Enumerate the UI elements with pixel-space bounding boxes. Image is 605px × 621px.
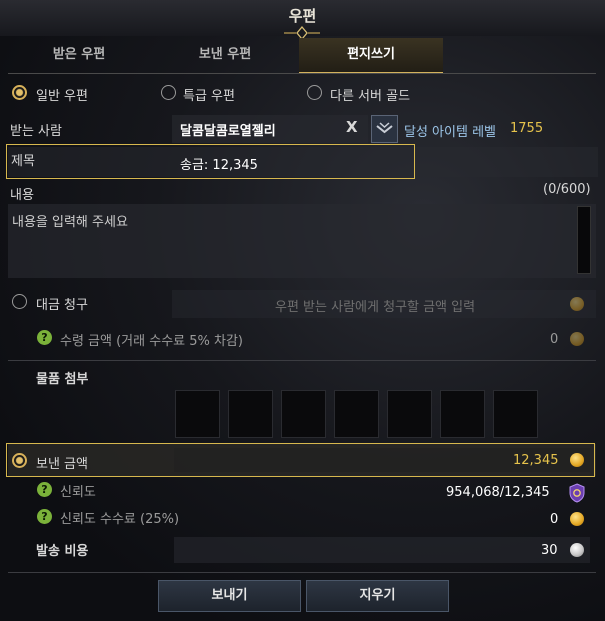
tab-bar: 받은 우편 보낸 우편 편지쓰기 — [8, 38, 596, 74]
attach-slot-5[interactable] — [387, 390, 432, 438]
send-gold-value: 12,345 — [513, 453, 559, 468]
clear-button[interactable]: 지우기 — [306, 580, 449, 612]
help-icon[interactable]: ? — [37, 330, 52, 345]
radio-other-server-gold[interactable] — [307, 85, 322, 100]
attach-slot-6[interactable] — [440, 390, 485, 438]
gold-coin-icon — [570, 332, 584, 346]
trust-fee-label: 신뢰도 수수료 (25%) — [60, 512, 180, 527]
attach-slot-2[interactable] — [228, 390, 273, 438]
trust-fee-value: 0 — [550, 512, 559, 527]
divider — [8, 360, 596, 361]
content-placeholder: 내용을 입력해 주세요 — [12, 215, 128, 230]
gold-coin-icon — [570, 512, 584, 526]
receive-amount-value: 0 — [550, 332, 559, 347]
send-gold-label: 보낸 금액 — [36, 457, 88, 472]
chevron-emblem-icon — [376, 122, 393, 134]
attach-slot-1[interactable] — [175, 390, 220, 438]
clear-recipient-icon[interactable]: X — [346, 118, 358, 136]
radio-send-gold[interactable] — [12, 453, 27, 468]
postage-label: 발송 비용 — [36, 544, 89, 559]
recipient-value: 달콤달콤로열젤리 — [180, 124, 276, 139]
help-icon[interactable]: ? — [37, 482, 52, 497]
content-counter: (0/600) — [543, 182, 591, 197]
gold-coin-icon — [570, 297, 584, 311]
postage-field — [174, 537, 590, 563]
postage-value: 30 — [541, 543, 558, 558]
content-label: 내용 — [10, 188, 34, 203]
silver-coin-icon — [570, 543, 584, 557]
attach-label: 물품 첨부 — [36, 372, 89, 387]
attach-slot-4[interactable] — [334, 390, 379, 438]
radio-express-mail[interactable] — [161, 85, 176, 100]
other-server-gold-label: 다른 서버 골드 — [330, 89, 411, 104]
item-level-value: 1755 — [510, 121, 544, 136]
send-button[interactable]: 보내기 — [158, 580, 301, 612]
gold-coin-icon — [570, 453, 584, 467]
receive-amount-label: 수령 금액 (거래 수수료 5% 차감) — [60, 334, 243, 349]
recipient-label: 받는 사람 — [10, 124, 62, 139]
subject-label: 제목 — [11, 154, 35, 169]
radio-charge[interactable] — [12, 294, 27, 309]
friend-list-button[interactable] — [371, 115, 398, 143]
normal-mail-label: 일반 우편 — [36, 89, 88, 104]
help-icon[interactable]: ? — [37, 509, 52, 524]
trust-shield-icon — [569, 483, 585, 503]
trust-label: 신뢰도 — [60, 485, 96, 500]
item-level-label: 달성 아이템 레벨 — [404, 125, 496, 140]
tab-write[interactable]: 편지쓰기 — [299, 38, 443, 74]
charge-placeholder: 우편 받는 사람에게 청구할 금액 입력 — [275, 300, 476, 315]
charge-label: 대금 청구 — [36, 298, 88, 313]
attach-slot-3[interactable] — [281, 390, 326, 438]
tab-received[interactable]: 받은 우편 — [8, 38, 150, 72]
radio-normal-mail[interactable] — [12, 85, 27, 100]
express-mail-label: 특급 우편 — [183, 89, 235, 104]
subject-value: 송금: 12,345 — [180, 158, 258, 173]
trust-value: 954,068/12,345 — [446, 485, 550, 500]
tab-divider — [8, 73, 596, 74]
divider — [8, 572, 596, 573]
tab-sent[interactable]: 보낸 우편 — [154, 38, 296, 72]
attach-slot-7[interactable] — [493, 390, 538, 438]
content-scrollbar[interactable] — [577, 206, 591, 274]
